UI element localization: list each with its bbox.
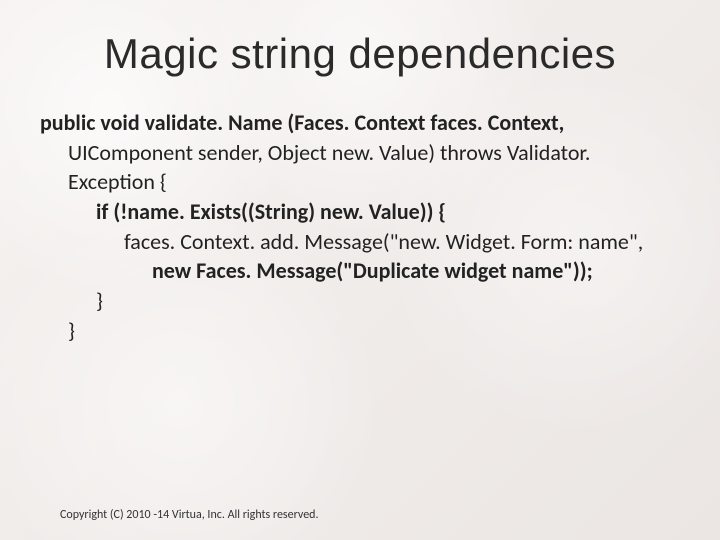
code-line-2: UIComponent sender, Object new. Value) t… — [68, 138, 680, 197]
code-line-5: new Faces. Message("Duplicate widget nam… — [152, 256, 680, 286]
code-line-7: } — [68, 316, 680, 346]
code-block: public void validate. Name (Faces. Conte… — [40, 108, 680, 346]
slide-title: Magic string dependencies — [0, 0, 720, 78]
code-line-6: } — [96, 286, 680, 316]
code-line-4: faces. Context. add. Message("new. Widge… — [124, 227, 680, 257]
code-line-1: public void validate. Name (Faces. Conte… — [40, 108, 680, 138]
code-line-3: if (!name. Exists((String) new. Value)) … — [96, 197, 680, 227]
copyright-text: Copyright (C) 2010 -14 Virtua, Inc. All … — [60, 508, 319, 522]
